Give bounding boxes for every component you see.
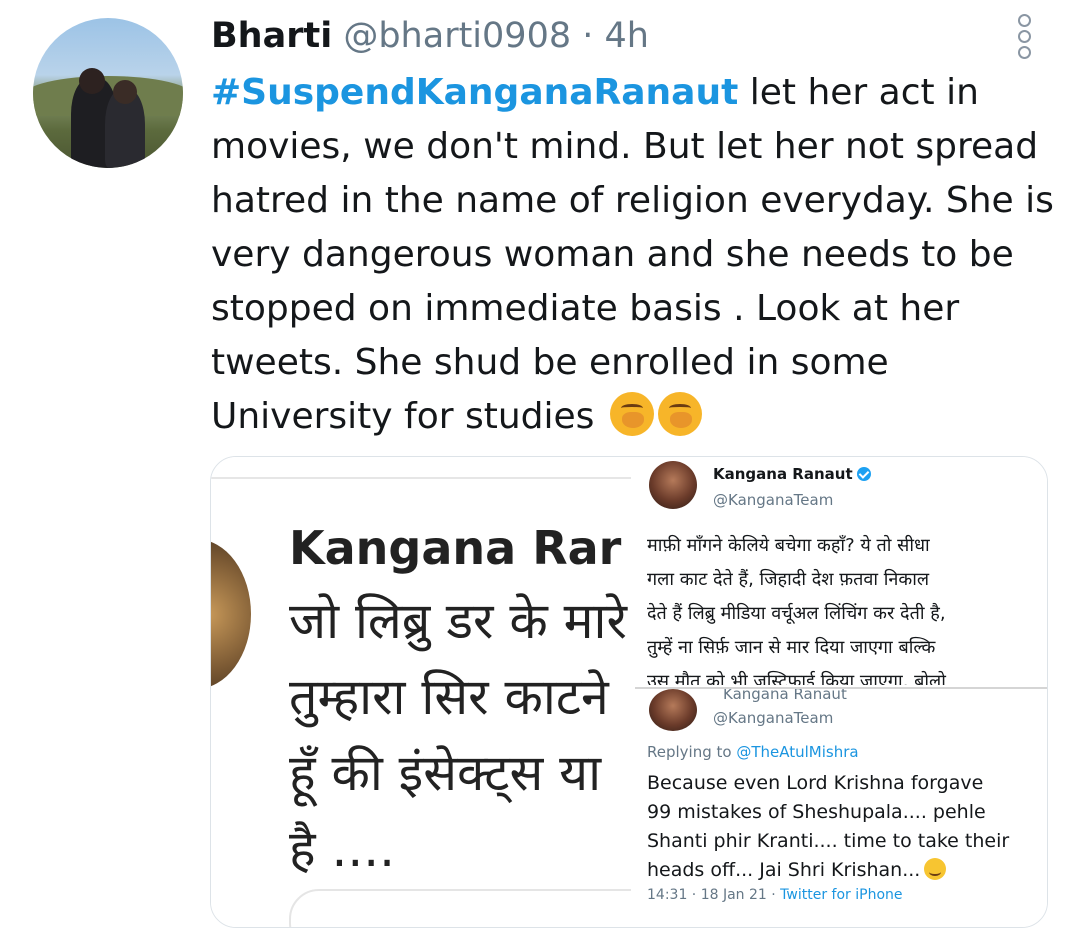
tweet-body: let her act in movies, we don't mind. Bu… bbox=[211, 72, 1054, 437]
author-name[interactable]: Bharti bbox=[211, 16, 332, 56]
quoted-author-name: Kangana Ranaut bbox=[713, 465, 871, 483]
media-card[interactable]: Kangana Rar जो लिब्रु डर के मारे तुम्हार… bbox=[210, 456, 1048, 928]
divider bbox=[211, 477, 631, 479]
replying-to-line: Replying to @TheAtulMishra bbox=[647, 743, 859, 761]
screenshot-line-3: हूँ की इंसेक्ट्स या bbox=[289, 744, 602, 802]
media-image-right-bottom[interactable]: Kangana Ranaut @KanganaTeam Replying to … bbox=[635, 687, 1047, 927]
media-image-right-top[interactable]: Kangana Ranaut @KanganaTeam माफ़ी माँगने… bbox=[635, 457, 1047, 685]
cropped-author-name: Kangana Ranaut bbox=[723, 687, 847, 703]
reply-client: Twitter for iPhone bbox=[780, 887, 903, 903]
header-separator: · bbox=[582, 16, 594, 56]
screenshot-author-name: Kangana Rar bbox=[289, 521, 622, 575]
screenshot-line-1: जो लिब्रु डर के मारे bbox=[289, 592, 627, 650]
replying-label: Replying to bbox=[647, 743, 732, 761]
avatar-head-1 bbox=[79, 68, 105, 94]
reply-meta: 14:31 · 18 Jan 21 · Twitter for iPhone bbox=[647, 887, 903, 903]
media-image-left[interactable]: Kangana Rar जो लिब्रु डर के मारे तुम्हार… bbox=[211, 457, 631, 927]
tweet-text: #SuspendKanganaRanaut let her act in mov… bbox=[211, 66, 1061, 444]
hashtag-link[interactable]: #SuspendKanganaRanaut bbox=[211, 72, 738, 113]
quoted-author-handle: @KanganaTeam bbox=[713, 491, 834, 509]
reply-timestamp: 14:31 · 18 Jan 21 · bbox=[647, 887, 781, 903]
quoted-author-name-text: Kangana Ranaut bbox=[713, 465, 853, 483]
quoted-avatar bbox=[649, 461, 697, 509]
slightly-smiling-face-icon bbox=[924, 858, 947, 880]
screenshot-line-2: तुम्हारा सिर काटने bbox=[289, 668, 609, 726]
tweet-time[interactable]: 4h bbox=[605, 16, 649, 56]
profile-photo-crop bbox=[211, 539, 251, 689]
verified-badge-icon bbox=[856, 467, 871, 481]
author-avatar[interactable] bbox=[33, 18, 183, 168]
more-options-icon[interactable] bbox=[1013, 14, 1035, 59]
reply-tweet-text: Because even Lord Krishna forgave 99 mis… bbox=[647, 769, 1047, 885]
reply-to-handle: @TheAtulMishra bbox=[736, 743, 859, 761]
quoted-tweet-text: माफ़ी माँगने केलिये बचेगा कहाँ? ये तो सी… bbox=[647, 535, 946, 685]
screenshot-line-4: है .... bbox=[289, 820, 396, 878]
reply-tweet-body: Because even Lord Krishna forgave 99 mis… bbox=[647, 772, 1010, 881]
tweet-header: Bharti @bharti0908 · 4h bbox=[211, 14, 649, 58]
face-with-hand-over-mouth-icon bbox=[609, 392, 654, 436]
face-with-hand-over-mouth-icon bbox=[657, 392, 702, 436]
reply-author-handle: @KanganaTeam bbox=[713, 709, 834, 727]
screenshot-frame bbox=[289, 889, 631, 927]
reply-avatar bbox=[649, 689, 697, 731]
avatar-head-2 bbox=[113, 80, 137, 104]
author-handle[interactable]: @bharti0908 bbox=[343, 16, 571, 56]
